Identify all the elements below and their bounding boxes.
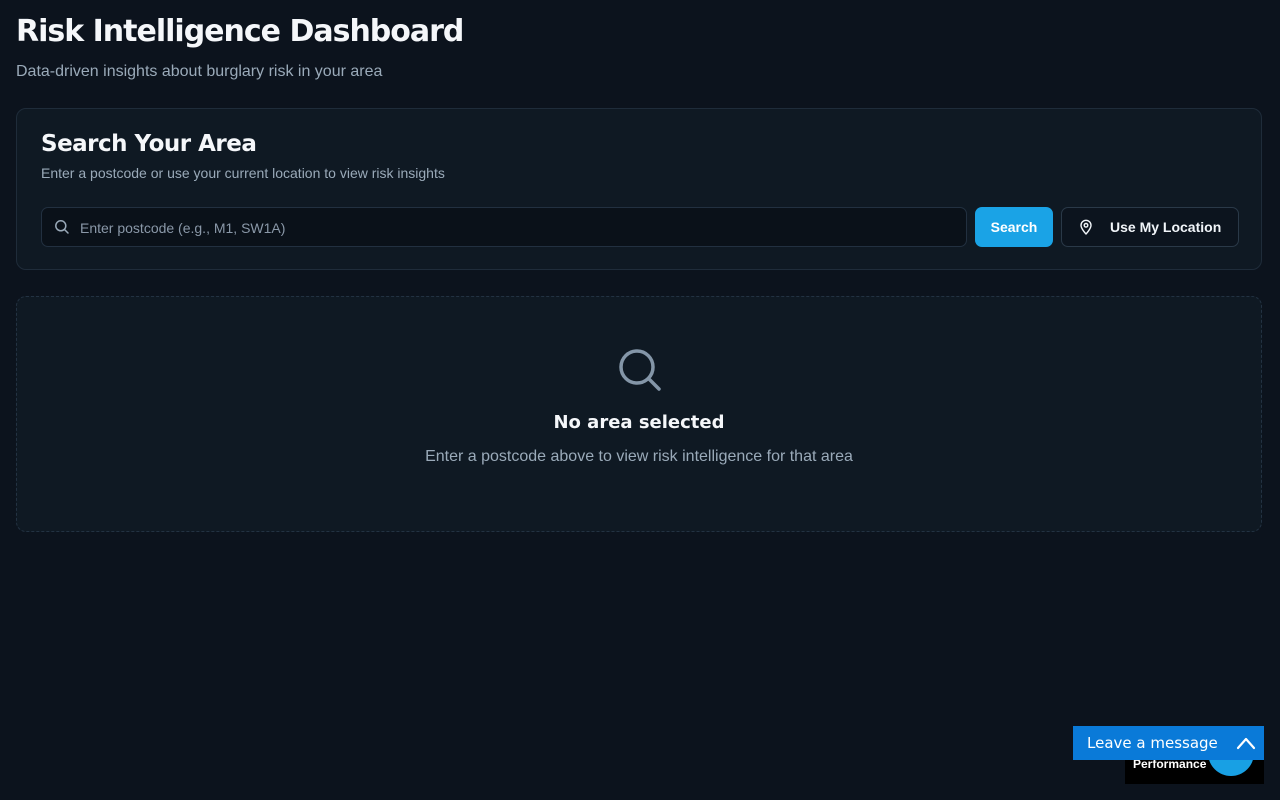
empty-state-title: No area selected xyxy=(553,412,725,433)
leave-message-widget[interactable]: Leave a message xyxy=(1073,726,1264,760)
postcode-input[interactable] xyxy=(78,208,962,248)
leave-message-label: Leave a message xyxy=(1087,734,1218,752)
search-button[interactable]: Search xyxy=(975,207,1053,247)
page-subtitle: Data-driven insights about burglary risk… xyxy=(16,63,383,80)
use-my-location-button[interactable]: Use My Location xyxy=(1061,207,1239,247)
empty-state-description: Enter a postcode above to view risk inte… xyxy=(425,448,853,465)
chevron-up-icon[interactable] xyxy=(1236,734,1256,752)
search-icon xyxy=(617,347,663,393)
search-card-description: Enter a postcode or use your current loc… xyxy=(41,165,445,181)
use-my-location-label: Use My Location xyxy=(1110,219,1222,235)
map-pin-icon xyxy=(1078,219,1094,235)
search-card-title: Search Your Area xyxy=(41,131,257,157)
dashboard-page: Risk Intelligence Dashboard Data-driven … xyxy=(0,0,1280,800)
search-icon xyxy=(54,219,70,235)
postcode-search-field[interactable] xyxy=(41,207,967,248)
search-area-card: Search Your Area Enter a postcode or use… xyxy=(16,108,1262,270)
page-title: Risk Intelligence Dashboard xyxy=(16,14,464,49)
empty-state-card: No area selected Enter a postcode above … xyxy=(16,296,1262,532)
